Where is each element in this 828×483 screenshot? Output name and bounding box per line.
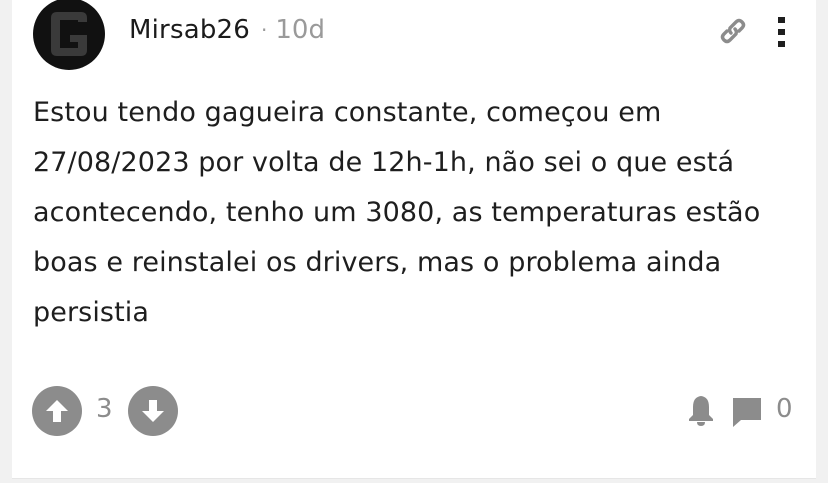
post-age: 10d [275, 15, 325, 45]
link-icon[interactable] [716, 14, 750, 48]
arrow-up-icon [46, 400, 68, 422]
post-body-text: Estou tendo gagueira constante, começou … [33, 97, 761, 328]
post-header: Mirsab26 · 10d [129, 12, 325, 48]
post-card: Mirsab26 · 10d Estou tendo gagueira cons… [12, 0, 816, 479]
comment-count: 0 [776, 394, 793, 424]
vote-count: 3 [96, 394, 113, 424]
bell-icon[interactable] [686, 393, 716, 427]
more-vertical-icon[interactable] [772, 14, 792, 50]
upvote-button[interactable] [32, 386, 82, 436]
header-separator: · [261, 18, 268, 42]
author-username[interactable]: Mirsab26 [129, 15, 250, 45]
avatar[interactable] [33, 0, 105, 70]
arrow-down-icon [142, 400, 164, 422]
avatar-g-icon [51, 12, 87, 56]
comment-icon[interactable] [730, 394, 764, 428]
downvote-button[interactable] [128, 386, 178, 436]
